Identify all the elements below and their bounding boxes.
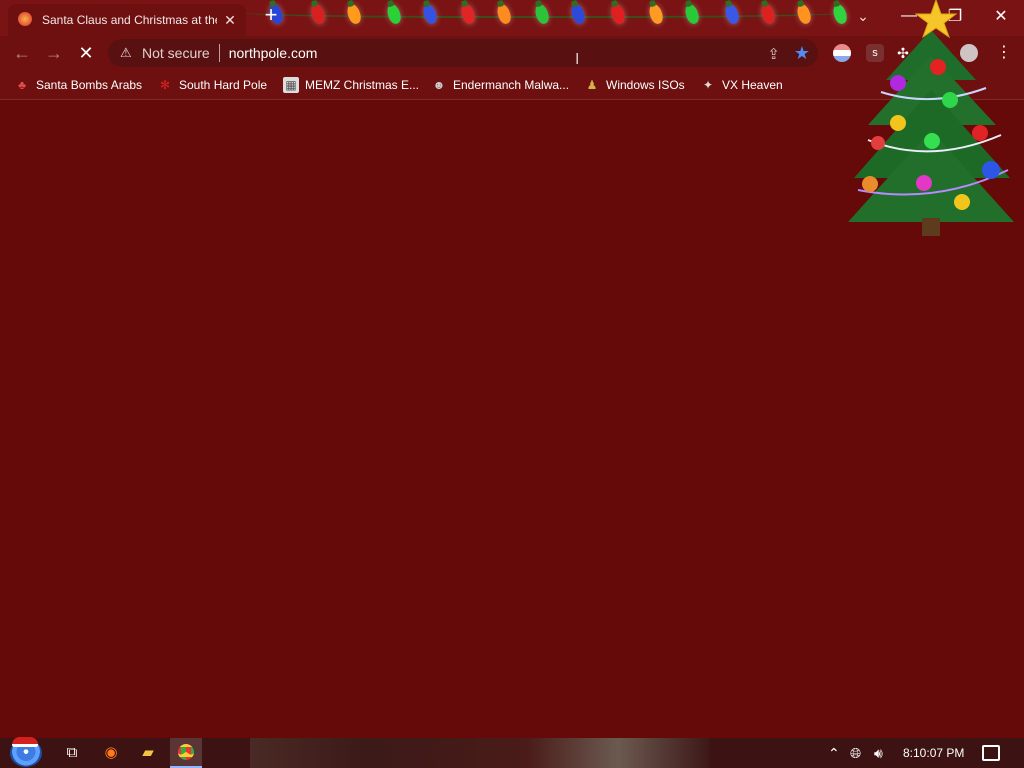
bookmark-item[interactable]: ✻ South Hard Pole [157, 75, 267, 95]
taskbar-background [250, 738, 710, 768]
santa-icon: ♣ [18, 78, 26, 92]
santa-hat-icon [12, 737, 38, 747]
bookmark-label: South Hard Pole [179, 78, 268, 92]
chrome-icon [178, 744, 194, 760]
christmas-lights-icon [18, 12, 32, 26]
forward-arrow-icon[interactable]: → [44, 43, 64, 63]
star-topper [914, 0, 958, 39]
back-arrow-icon[interactable]: ← [12, 43, 32, 63]
start-button[interactable] [10, 737, 44, 767]
bookmark-label: Endermanch Malwa... [453, 78, 570, 92]
warning-icon[interactable]: ⚠ [120, 46, 132, 59]
ornament [972, 125, 988, 141]
text-cursor-icon: I [575, 51, 580, 68]
tab-title: Santa Claus and Christmas at the [42, 13, 217, 27]
ornament [890, 115, 906, 131]
network-globe-icon[interactable]: 🌐︎ [850, 744, 861, 762]
snowflake-icon: ✻ [159, 78, 171, 92]
bookmark-star-icon[interactable]: ★ [794, 43, 810, 64]
close-tab-icon[interactable]: ✕ [222, 12, 238, 28]
windows-isos-icon: ♟ [586, 78, 598, 92]
ornament [930, 59, 946, 75]
address-divider [218, 44, 220, 62]
volume-icon[interactable]: 🔊︎ [874, 744, 883, 762]
bookmark-label: VX Heaven [722, 78, 783, 92]
ornament [924, 133, 940, 149]
bookmark-item[interactable]: ✦ VX Heaven [700, 75, 783, 95]
bookmark-label: MEMZ Christmas E... [305, 78, 420, 92]
show-hidden-icons-chevron-icon[interactable]: ⌃ [828, 744, 840, 762]
bookmark-label: Windows ISOs [606, 78, 685, 92]
ornament [982, 161, 1000, 179]
memz-icon: ▦ [283, 77, 299, 93]
vx-heaven-icon: ✦ [702, 78, 714, 92]
bookmark-item[interactable]: ☻ Endermanch Malwa... [431, 75, 569, 95]
firefox-icon[interactable]: ◉ [100, 743, 122, 763]
ornament [916, 175, 932, 191]
bookmark-item[interactable]: ♟ Windows ISOs [584, 75, 685, 95]
chrome-taskbar-button[interactable] [170, 738, 202, 768]
taskbar: ⧉ ◉ ▰ ⌃ 🌐︎ 🔊︎ 8:10:07 PM [0, 737, 1024, 768]
christmas-lights-decoration [240, 0, 850, 36]
active-tab[interactable]: Santa Claus and Christmas at the ✕ [8, 4, 246, 36]
bookmark-label: Santa Bombs Arabs [36, 78, 143, 92]
ornament [871, 136, 885, 150]
ornament [862, 176, 878, 192]
new-tab-button[interactable]: + [261, 4, 281, 26]
ornament [954, 194, 970, 210]
endermanch-icon: ☻ [432, 78, 446, 92]
url-text[interactable]: northpole.com [229, 45, 318, 61]
action-center-icon[interactable] [982, 745, 1000, 761]
file-explorer-icon[interactable]: ▰ [137, 743, 159, 763]
address-bar[interactable]: ⚠ Not secure northpole.com ⇪ ★ [108, 39, 818, 67]
share-icon[interactable]: ⇪ [767, 45, 780, 63]
system-clock[interactable]: 8:10:07 PM [903, 746, 964, 760]
tree-trunk [922, 218, 940, 236]
task-view-icon[interactable]: ⧉ [61, 743, 83, 763]
ornament [942, 92, 958, 108]
stop-icon[interactable]: ✕ [76, 43, 96, 63]
bookmark-item[interactable]: ▦ MEMZ Christmas E... [283, 75, 419, 95]
security-indicator[interactable]: Not secure [142, 45, 210, 61]
christmas-tree-icon [848, 0, 1014, 236]
ornament [890, 75, 906, 91]
bookmark-item[interactable]: ♣ Santa Bombs Arabs [14, 75, 142, 95]
